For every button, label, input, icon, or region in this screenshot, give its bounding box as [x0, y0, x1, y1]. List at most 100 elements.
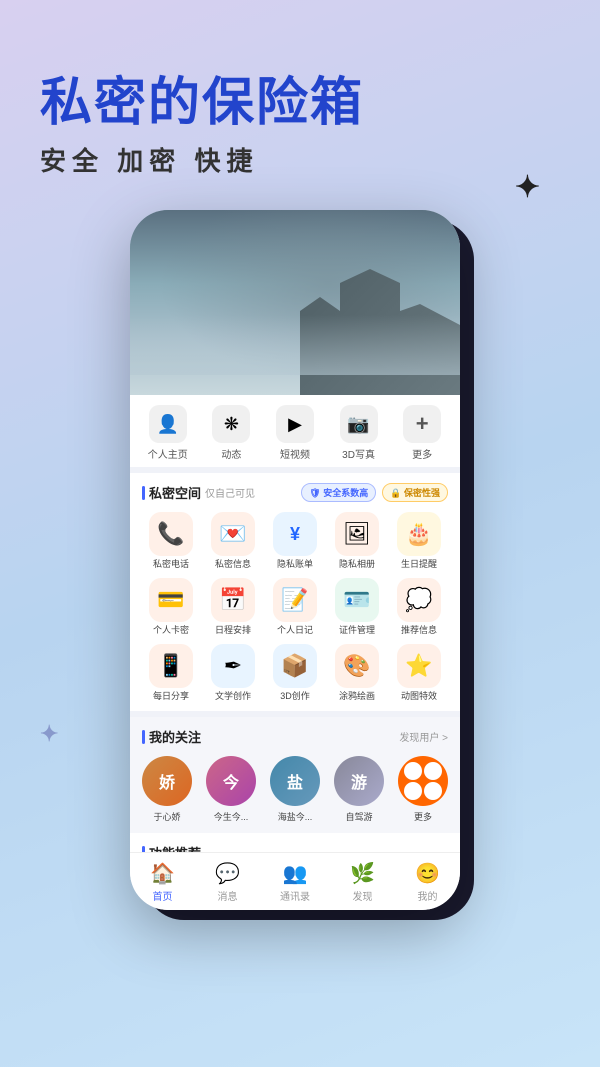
private-space-section: 私密空间 仅自己可见 🛡 安全系数高 🔒 保密性强 — [130, 473, 460, 711]
grid-item-daily-share[interactable]: 📱 每日分享 — [142, 644, 200, 702]
avatar-img-2: 今 — [206, 756, 256, 806]
birthday-label: 生日提醒 — [401, 559, 437, 570]
private-phone-label: 私密电话 — [153, 559, 189, 570]
mine-icon: 😊 — [415, 861, 440, 886]
lock-icon: 🔒 — [390, 488, 401, 498]
hero-image — [130, 210, 460, 395]
follow-item-more[interactable]: 更多 — [398, 756, 448, 823]
drawing-icon: 🎨 — [335, 644, 379, 688]
daily-share-label: 每日分享 — [153, 691, 189, 702]
follow-item-2[interactable]: 今 今生今... — [206, 756, 256, 823]
section-bar — [142, 486, 145, 500]
grid-item-diary[interactable]: 📝 个人日记 — [266, 578, 324, 636]
nav-3dphoto-label: 3D写真 — [342, 446, 375, 461]
follow-name-1: 于心娇 — [153, 810, 180, 823]
follow-name-3: 海盐今... — [278, 810, 313, 823]
more-dot-3 — [404, 782, 422, 800]
nav-shortvideo-icon: ▶ — [276, 405, 314, 443]
follow-avatar-4: 游 — [334, 756, 384, 806]
follows-section-bar — [142, 730, 145, 744]
drawing-label: 涂鸦绘画 — [339, 691, 375, 702]
home-label: 首页 — [152, 888, 172, 903]
private-phone-icon: 📞 — [149, 512, 193, 556]
grid-item-writing[interactable]: ✒ 文学创作 — [204, 644, 262, 702]
writing-label: 文学创作 — [215, 691, 251, 702]
grid-item-3d-creation[interactable]: 📦 3D创作 — [266, 644, 324, 702]
grid-item-recommend[interactable]: 💭 推荐信息 — [390, 578, 448, 636]
follow-avatar-2: 今 — [206, 756, 256, 806]
private-album-icon: 🖼 — [335, 512, 379, 556]
nav-profile-icon: 👤 — [149, 405, 187, 443]
avatar-img-1: 娇 — [142, 756, 192, 806]
nav-dynamic-icon: ❋ — [212, 405, 250, 443]
grid-item-cert[interactable]: 🪪 证件管理 — [328, 578, 386, 636]
badge-security: 🛡 安全系数高 — [301, 483, 376, 502]
grid-item-birthday[interactable]: 🎂 生日提醒 — [390, 512, 448, 570]
grid-item-private-phone[interactable]: 📞 私密电话 — [142, 512, 200, 570]
follow-item-1[interactable]: 娇 于心娇 — [142, 756, 192, 823]
recommend-icon: 💭 — [397, 578, 441, 622]
nav-more[interactable]: + 更多 — [394, 405, 450, 461]
bottom-nav-contacts[interactable]: 👥 通讯录 — [280, 861, 310, 903]
private-title-row: 私密空间 仅自己可见 — [142, 483, 255, 502]
gif-effect-label: 动图特效 — [401, 691, 437, 702]
avatar-img-4: 游 — [334, 756, 384, 806]
bottom-nav-discover[interactable]: 🌿 发现 — [350, 861, 375, 903]
private-msg-label: 私密信息 — [215, 559, 251, 570]
3d-creation-label: 3D创作 — [280, 691, 310, 702]
grid-item-private-bill[interactable]: ¥ 隐私账单 — [266, 512, 324, 570]
bottom-nav-home[interactable]: 🏠 首页 — [150, 861, 175, 903]
birthday-icon: 🎂 — [397, 512, 441, 556]
follows-section: 我的关注 发现用户 > 娇 于心娇 今 今生今... — [130, 717, 460, 833]
daily-share-icon: 📱 — [149, 644, 193, 688]
discover-users-link[interactable]: 发现用户 > — [399, 729, 448, 744]
grid-item-gif-effect[interactable]: ⭐ 动图特效 — [390, 644, 448, 702]
messages-label: 消息 — [217, 888, 237, 903]
nav-more-icon: + — [403, 405, 441, 443]
private-msg-icon: 💌 — [211, 512, 255, 556]
bottom-nav-messages[interactable]: 💬 消息 — [215, 861, 240, 903]
private-section-title: 私密空间 — [149, 483, 201, 502]
schedule-icon: 📅 — [211, 578, 255, 622]
sparkle-decoration-top: ✦ — [515, 170, 540, 205]
grid-item-private-msg[interactable]: 💌 私密信息 — [204, 512, 262, 570]
follows-avatars-row: 娇 于心娇 今 今生今... 盐 海盐今... — [142, 756, 448, 823]
mine-label: 我的 — [417, 888, 437, 903]
grid-item-private-album[interactable]: 🖼 隐私相册 — [328, 512, 386, 570]
nav-3dphoto-icon: 📷 — [340, 405, 378, 443]
follows-title: 我的关注 — [149, 727, 201, 746]
nav-shortvideo[interactable]: ▶ 短视频 — [267, 405, 323, 461]
nav-profile[interactable]: 👤 个人主页 — [140, 405, 196, 461]
follow-more-label: 更多 — [414, 810, 432, 823]
badge-privacy: 🔒 保密性强 — [382, 483, 448, 502]
private-section-subtitle: 仅自己可见 — [205, 485, 255, 500]
grid-item-schedule[interactable]: 📅 日程安排 — [204, 578, 262, 636]
private-bill-icon: ¥ — [273, 512, 317, 556]
shield-icon: 🛡 — [309, 488, 320, 498]
follow-name-4: 自驾游 — [345, 810, 372, 823]
cert-label: 证件管理 — [339, 625, 375, 636]
profile-nav-row: 👤 个人主页 ❋ 动态 ▶ 短视频 📷 3D写真 + 更多 — [130, 395, 460, 467]
follow-avatar-3: 盐 — [270, 756, 320, 806]
nav-dynamic-label: 动态 — [221, 446, 241, 461]
bottom-nav-mine[interactable]: 😊 我的 — [415, 861, 440, 903]
hero-fog — [130, 315, 460, 375]
follows-title-row: 我的关注 — [142, 727, 201, 746]
bottom-navigation: 🏠 首页 💬 消息 👥 通讯录 🌿 发现 😊 我的 — [130, 852, 460, 910]
grid-item-card-secret[interactable]: 💳 个人卡密 — [142, 578, 200, 636]
cert-icon: 🪪 — [335, 578, 379, 622]
nav-more-label: 更多 — [412, 446, 432, 461]
avatar-img-3: 盐 — [270, 756, 320, 806]
nav-3dphoto[interactable]: 📷 3D写真 — [331, 405, 387, 461]
grid-item-drawing[interactable]: 🎨 涂鸦绘画 — [328, 644, 386, 702]
follow-item-3[interactable]: 盐 海盐今... — [270, 756, 320, 823]
card-secret-icon: 💳 — [149, 578, 193, 622]
badges-container: 🛡 安全系数高 🔒 保密性强 — [301, 483, 448, 502]
nav-dynamic[interactable]: ❋ 动态 — [203, 405, 259, 461]
private-section-header: 私密空间 仅自己可见 🛡 安全系数高 🔒 保密性强 — [142, 483, 448, 502]
more-avatar — [398, 756, 448, 806]
diary-icon: 📝 — [273, 578, 317, 622]
private-bill-label: 隐私账单 — [277, 559, 313, 570]
nav-shortvideo-label: 短视频 — [280, 446, 310, 461]
follow-item-4[interactable]: 游 自驾游 — [334, 756, 384, 823]
